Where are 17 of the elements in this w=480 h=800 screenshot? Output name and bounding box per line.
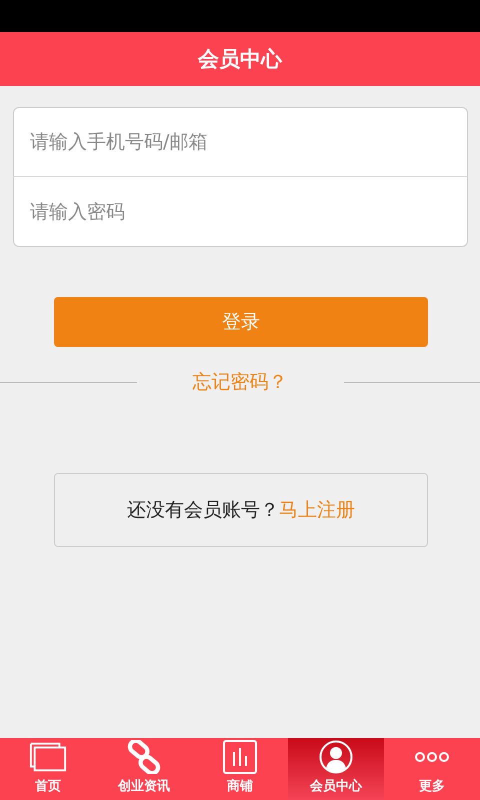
tab[interactable]: 商铺: [192, 738, 288, 800]
user-icon: [317, 740, 355, 774]
tab[interactable]: 首页: [0, 738, 96, 800]
tab[interactable]: 会员中心: [288, 738, 384, 800]
windows-icon: [29, 740, 67, 774]
page-title: 会员中心: [198, 46, 282, 73]
forgot-password-link[interactable]: 忘记密码？: [148, 369, 332, 395]
more-icon: [414, 751, 450, 763]
tab[interactable]: 更多: [384, 738, 480, 800]
input-field[interactable]: 请输入手机号码/邮箱: [13, 107, 468, 177]
register-link[interactable]: 马上注册: [279, 497, 355, 523]
login-button[interactable]: 登录: [54, 297, 428, 347]
register-prompt: 还没有会员账号？: [127, 498, 279, 523]
tab[interactable]: 创业资讯: [96, 738, 192, 800]
bar-chart-icon: [221, 740, 259, 774]
chain-link-icon: [125, 740, 163, 774]
input-field[interactable]: 请输入密码: [13, 177, 468, 247]
